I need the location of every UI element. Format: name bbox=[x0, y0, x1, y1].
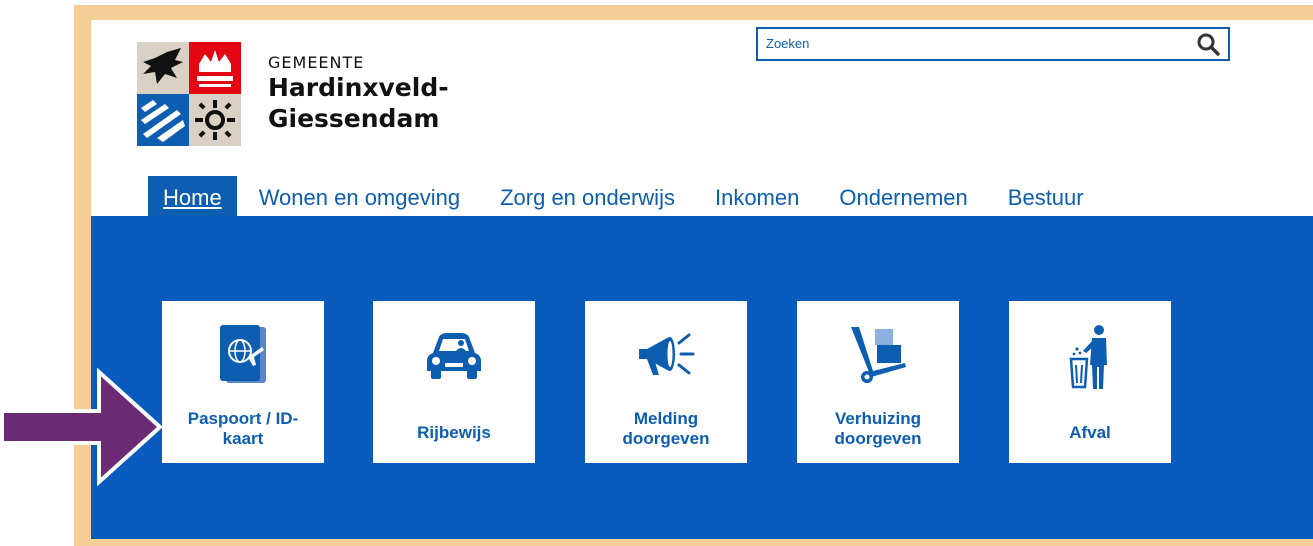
tile-label: Melding doorgeven bbox=[622, 409, 710, 448]
tile-melding-doorgeven[interactable]: Melding doorgeven bbox=[585, 301, 747, 463]
municipality-name-line1: Hardinxveld- bbox=[268, 73, 449, 102]
tile-label: Paspoort / ID-kaart bbox=[187, 409, 299, 448]
municipality-name-line2: Giessendam bbox=[268, 104, 440, 133]
tile-label: Rijbewijs bbox=[417, 423, 491, 442]
nav-item-bestuur[interactable]: Bestuur bbox=[1008, 176, 1084, 216]
website-page: GEMEENTE Hardinxveld- Giessendam Home Wo… bbox=[91, 20, 1313, 539]
nav-item-inkomen[interactable]: Inkomen bbox=[715, 176, 799, 216]
tile-label: Afval bbox=[1069, 423, 1111, 442]
tile-label: Verhuizing doorgeven bbox=[834, 409, 922, 448]
search-icon[interactable] bbox=[1196, 32, 1220, 56]
nav-item-wonen-en-omgeving[interactable]: Wonen en omgeving bbox=[259, 176, 460, 216]
hero-banner: Paspoort / ID-kaart Rijbewijs Melding do… bbox=[91, 216, 1313, 539]
main-navigation: Home Wonen en omgeving Zorg en onderwijs… bbox=[148, 176, 1124, 216]
tile-paspoort-id-kaart[interactable]: Paspoort / ID-kaart bbox=[162, 301, 324, 463]
municipality-prefix: GEMEENTE bbox=[268, 53, 365, 72]
megaphone-icon bbox=[639, 333, 695, 375]
trash-bin-icon bbox=[1069, 325, 1107, 389]
car-icon bbox=[427, 333, 481, 379]
pointer-arrow-icon bbox=[0, 368, 162, 486]
tile-verhuizing-doorgeven[interactable]: Verhuizing doorgeven bbox=[797, 301, 959, 463]
tile-afval[interactable]: Afval bbox=[1009, 301, 1171, 463]
search-input[interactable] bbox=[766, 33, 1186, 53]
search-box bbox=[756, 27, 1230, 61]
nav-item-home[interactable]: Home bbox=[148, 176, 237, 216]
tile-rijbewijs[interactable]: Rijbewijs bbox=[373, 301, 535, 463]
municipality-name[interactable]: GEMEENTE Hardinxveld- Giessendam bbox=[268, 53, 449, 134]
passport-icon bbox=[220, 325, 266, 383]
municipality-logo[interactable] bbox=[137, 42, 241, 146]
nav-item-zorg-en-onderwijs[interactable]: Zorg en onderwijs bbox=[500, 176, 675, 216]
hand-truck-icon bbox=[851, 327, 906, 383]
nav-item-ondernemen[interactable]: Ondernemen bbox=[839, 176, 967, 216]
